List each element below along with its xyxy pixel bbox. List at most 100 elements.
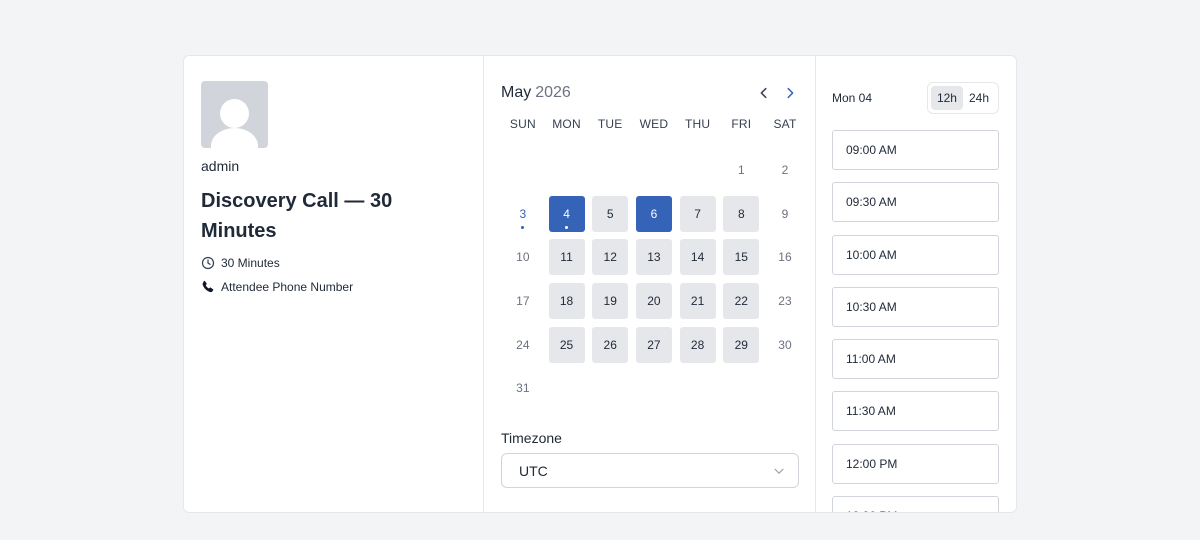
day-grid: 1 2 3 4 5 6 7 8 9 10 11 12 13 14 15 16 17 18 19 20 21 22 23 24 2…	[501, 148, 807, 410]
day-28[interactable]: 28	[679, 326, 716, 363]
day-number: 26	[603, 337, 617, 352]
day-number: 30	[778, 337, 792, 352]
year-label: 2026	[535, 84, 571, 101]
month-label: May	[501, 84, 532, 101]
weekday-label: MON	[552, 117, 581, 131]
day-29[interactable]: 29	[723, 326, 760, 363]
day-number: 24	[516, 337, 530, 352]
time-slot[interactable]: 09:00 AM	[832, 130, 999, 170]
day-number: 12	[603, 250, 617, 265]
time-slot[interactable]: 12:00 PM	[832, 443, 999, 484]
day-number: 23	[778, 293, 792, 308]
time-slot[interactable]: 11:00 AM	[832, 339, 999, 380]
day-9: 9	[767, 196, 803, 232]
chevron-down-icon	[774, 468, 784, 474]
clock-icon	[201, 256, 215, 270]
day-10: 10	[505, 239, 541, 275]
time-slot[interactable]: 10:30 AM	[832, 286, 999, 327]
weekday-header: SUN MON TUE WED THU FRI SAT	[501, 117, 807, 131]
day-6[interactable]: 6	[635, 195, 672, 232]
day-number: 17	[516, 293, 530, 308]
avatar	[201, 81, 268, 148]
day-number: 11	[560, 250, 573, 265]
day-number: 3	[519, 206, 527, 221]
day-8[interactable]: 8	[723, 195, 760, 232]
booking-card: admin Discovery Call — 30 Minutes 30 Min…	[183, 55, 1017, 513]
format-24h-button[interactable]: 24h	[963, 86, 995, 110]
day-number: 27	[647, 337, 661, 352]
chevron-left-icon	[760, 87, 767, 99]
weekday-label: TUE	[597, 117, 623, 131]
event-title: Discovery Call — 30 Minutes	[201, 190, 393, 242]
day-number: 6	[650, 206, 658, 221]
weekday-label: SUN	[509, 117, 536, 131]
day-19[interactable]: 19	[592, 282, 629, 319]
weekday-label: THU	[684, 117, 711, 131]
day-number: 25	[559, 337, 574, 352]
day-20[interactable]: 20	[635, 282, 672, 319]
day-number: 29	[734, 337, 748, 352]
day-21[interactable]: 21	[679, 282, 716, 319]
day-4[interactable]: 4	[548, 195, 585, 232]
format-12h-button[interactable]: 12h	[930, 85, 963, 110]
weekday-label: SAT	[773, 117, 797, 131]
time-slot[interactable]: 12:30 PM	[832, 496, 999, 512]
timezone-value: UTC	[519, 462, 548, 479]
weekday-label: WED	[639, 117, 669, 131]
today-dot	[565, 225, 569, 229]
day-number: 16	[778, 250, 792, 265]
day-18[interactable]: 18	[548, 282, 585, 319]
duration-label: 30 Minutes	[221, 256, 280, 270]
date-picker: May 2026 SUN MON TUE WED THU FRI SAT 1234567891…	[484, 56, 816, 512]
chevron-right-icon	[787, 87, 794, 99]
day-14[interactable]: 14	[679, 239, 716, 276]
day-25[interactable]: 25	[548, 326, 585, 363]
day-number: 13	[647, 250, 661, 265]
next-month-button[interactable]	[782, 85, 798, 101]
day-17: 17	[505, 283, 541, 319]
day-7[interactable]: 7	[679, 195, 716, 232]
day-number: 1	[737, 162, 745, 177]
day-24: 24	[505, 327, 541, 363]
day-13[interactable]: 13	[635, 239, 672, 276]
weekday-label: FRI	[731, 117, 752, 131]
day-12[interactable]: 12	[592, 239, 629, 276]
day-number: 15	[734, 250, 748, 265]
day-number: 22	[734, 293, 748, 308]
day-number: 20	[647, 293, 661, 308]
today-dot	[521, 225, 525, 229]
day-number: 19	[603, 293, 617, 308]
timezone-label: Timezone	[501, 430, 562, 446]
day-5[interactable]: 5	[592, 195, 629, 232]
day-number: 31	[516, 381, 530, 396]
day-30: 30	[767, 327, 803, 363]
day-15[interactable]: 15	[723, 239, 760, 276]
location-label: Attendee Phone Number	[221, 280, 354, 294]
time-slot-list: 09:00 AM 09:30 AM 10:00 AM 10:30 AM 11:00 AM…	[832, 130, 999, 512]
day-number: 14	[690, 250, 705, 265]
host-name: admin	[201, 158, 240, 174]
prev-month-button[interactable]	[756, 85, 772, 101]
time-format-toggle: 12h 24h	[926, 81, 999, 114]
day-number: 2	[781, 162, 789, 177]
time-slot[interactable]: 11:30 AM	[832, 391, 999, 432]
day-number: 7	[694, 206, 701, 221]
time-slots-panel: Mon 04 12h 24h 09:00 AM 09:30 AM 10:00 AM 1…	[816, 56, 1016, 512]
selected-day-label: Mon 04	[832, 90, 873, 105]
time-slot[interactable]: 10:00 AM	[832, 234, 999, 275]
timezone-select[interactable]: UTC	[501, 453, 799, 488]
day-22[interactable]: 22	[723, 282, 760, 319]
calendar-header: May 2026	[501, 83, 798, 103]
duration-row: 30 Minutes	[201, 256, 466, 270]
day-1: 1	[723, 152, 759, 188]
day-26[interactable]: 26	[592, 326, 629, 363]
phone-icon	[201, 280, 215, 294]
day-number: 9	[781, 206, 789, 221]
day-number: 18	[559, 293, 574, 308]
day-11[interactable]: 11	[548, 239, 585, 276]
location-row: Attendee Phone Number	[201, 280, 466, 294]
day-number: 5	[606, 206, 614, 221]
day-27[interactable]: 27	[635, 326, 672, 363]
day-31: 31	[505, 370, 541, 406]
time-slot[interactable]: 09:30 AM	[832, 182, 999, 223]
